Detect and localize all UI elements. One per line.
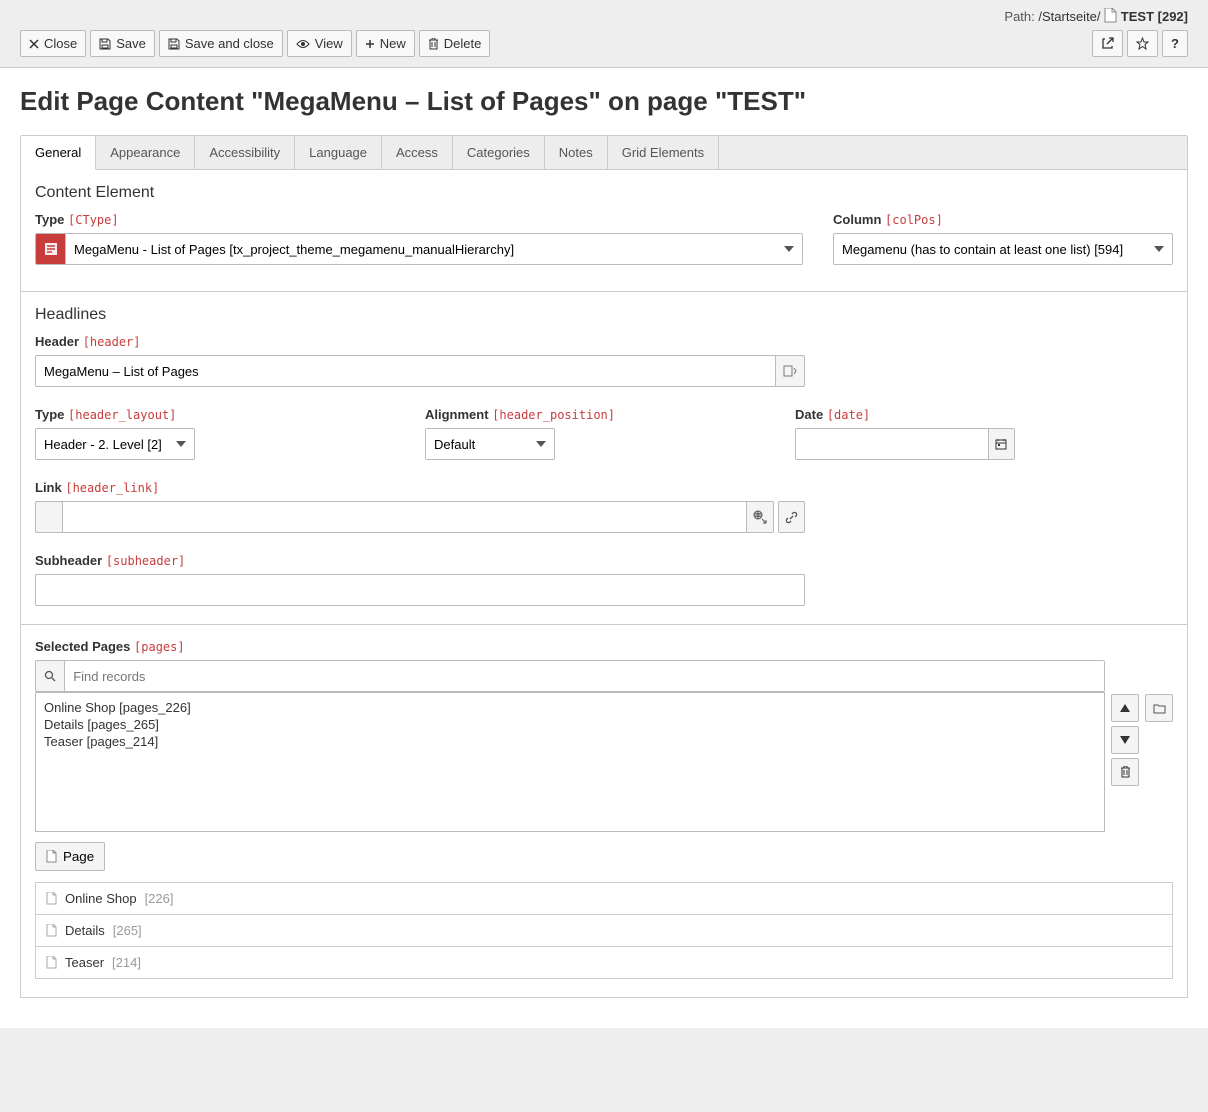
new-button[interactable]: New	[356, 30, 415, 57]
header-link-input[interactable]	[62, 501, 748, 533]
close-icon	[29, 39, 39, 49]
open-external-button[interactable]	[1092, 30, 1123, 57]
ctype-icon[interactable]	[35, 233, 65, 265]
page-ref-row[interactable]: Details [265]	[35, 914, 1173, 947]
folder-icon	[1153, 703, 1166, 714]
external-icon	[1101, 37, 1114, 50]
link-translate-button[interactable]	[747, 501, 774, 533]
trash-icon	[1120, 766, 1131, 778]
page-type-button[interactable]: Page	[35, 842, 105, 871]
breadcrumb: Path: /Startseite/ TEST [292]	[20, 8, 1188, 24]
view-button[interactable]: View	[287, 30, 352, 57]
column-label: Column [colPos]	[833, 212, 1173, 227]
tab-notes[interactable]: Notes	[545, 136, 608, 169]
page-ref-row[interactable]: Teaser [214]	[35, 946, 1173, 979]
tab-appearance[interactable]: Appearance	[96, 136, 195, 169]
move-up-button[interactable]	[1111, 694, 1139, 722]
tab-categories[interactable]: Categories	[453, 136, 545, 169]
toggle-icon	[783, 365, 797, 377]
link-icon-indicator	[35, 501, 62, 533]
type-label: Type [CType]	[35, 212, 803, 227]
page-title: Edit Page Content "MegaMenu – List of Pa…	[20, 86, 1188, 117]
page-icon	[46, 892, 57, 905]
alignment-label: Alignment [header_position]	[425, 407, 645, 422]
find-records-input[interactable]	[64, 660, 1105, 692]
save-button[interactable]: Save	[90, 30, 155, 57]
plus-icon	[365, 39, 375, 49]
move-down-button[interactable]	[1111, 726, 1139, 754]
trash-icon	[428, 38, 439, 50]
section-headlines: Headlines	[35, 306, 1173, 324]
list-item[interactable]: Details [pages_265]	[44, 716, 1096, 733]
ctype-select[interactable]: MegaMenu - List of Pages [tx_project_the…	[65, 233, 803, 265]
tabs: General Appearance Accessibility Languag…	[20, 135, 1188, 170]
header-type-label: Type [header_layout]	[35, 407, 195, 422]
link-wizard-button[interactable]	[778, 501, 805, 533]
close-button[interactable]: Close	[20, 30, 86, 57]
remove-item-button[interactable]	[1111, 758, 1139, 786]
subheader-label: Subheader [subheader]	[35, 553, 1173, 568]
delete-button[interactable]: Delete	[419, 30, 491, 57]
star-icon	[1136, 37, 1149, 50]
browse-records-button[interactable]	[1145, 694, 1173, 722]
save-icon	[99, 38, 111, 50]
translate-icon	[753, 510, 767, 524]
date-input[interactable]	[795, 428, 989, 460]
eye-icon	[296, 39, 310, 49]
tab-general[interactable]: General	[21, 136, 96, 170]
page-icon	[46, 850, 57, 863]
colpos-select[interactable]: Megamenu (has to contain at least one li…	[833, 233, 1173, 265]
header-layout-select[interactable]: Header - 2. Level [2]	[35, 428, 195, 460]
list-item[interactable]: Teaser [pages_214]	[44, 733, 1096, 750]
section-content-element: Content Element	[35, 184, 1173, 202]
date-label: Date [date]	[795, 407, 1015, 422]
header-label: Header [header]	[35, 334, 1173, 349]
selected-pages-list[interactable]: Online Shop [pages_226] Details [pages_2…	[35, 692, 1105, 832]
search-icon	[44, 670, 56, 682]
help-button[interactable]: ?	[1162, 30, 1188, 57]
page-icon	[46, 924, 57, 937]
help-icon: ?	[1171, 36, 1179, 51]
subheader-input[interactable]	[35, 574, 805, 606]
page-icon	[1104, 8, 1117, 23]
selected-pages-label: Selected Pages [pages]	[35, 639, 1173, 654]
tab-access[interactable]: Access	[382, 136, 453, 169]
page-ref-row[interactable]: Online Shop [226]	[35, 882, 1173, 915]
triangle-up-icon	[1120, 704, 1130, 712]
save-close-icon	[168, 38, 180, 50]
tab-grid-elements[interactable]: Grid Elements	[608, 136, 719, 169]
calendar-icon	[995, 438, 1007, 450]
tab-language[interactable]: Language	[295, 136, 382, 169]
header-input[interactable]	[35, 355, 776, 387]
triangle-down-icon	[1120, 736, 1130, 744]
link-label: Link [header_link]	[35, 480, 1173, 495]
tab-accessibility[interactable]: Accessibility	[195, 136, 295, 169]
toggle-header-button[interactable]	[776, 355, 805, 387]
date-picker-button[interactable]	[989, 428, 1015, 460]
search-icon-addon	[35, 660, 64, 692]
bookmark-button[interactable]	[1127, 30, 1158, 57]
header-position-select[interactable]: Default	[425, 428, 555, 460]
list-item[interactable]: Online Shop [pages_226]	[44, 699, 1096, 716]
save-and-close-button[interactable]: Save and close	[159, 30, 283, 57]
page-icon	[46, 956, 57, 969]
link-icon	[785, 511, 798, 524]
